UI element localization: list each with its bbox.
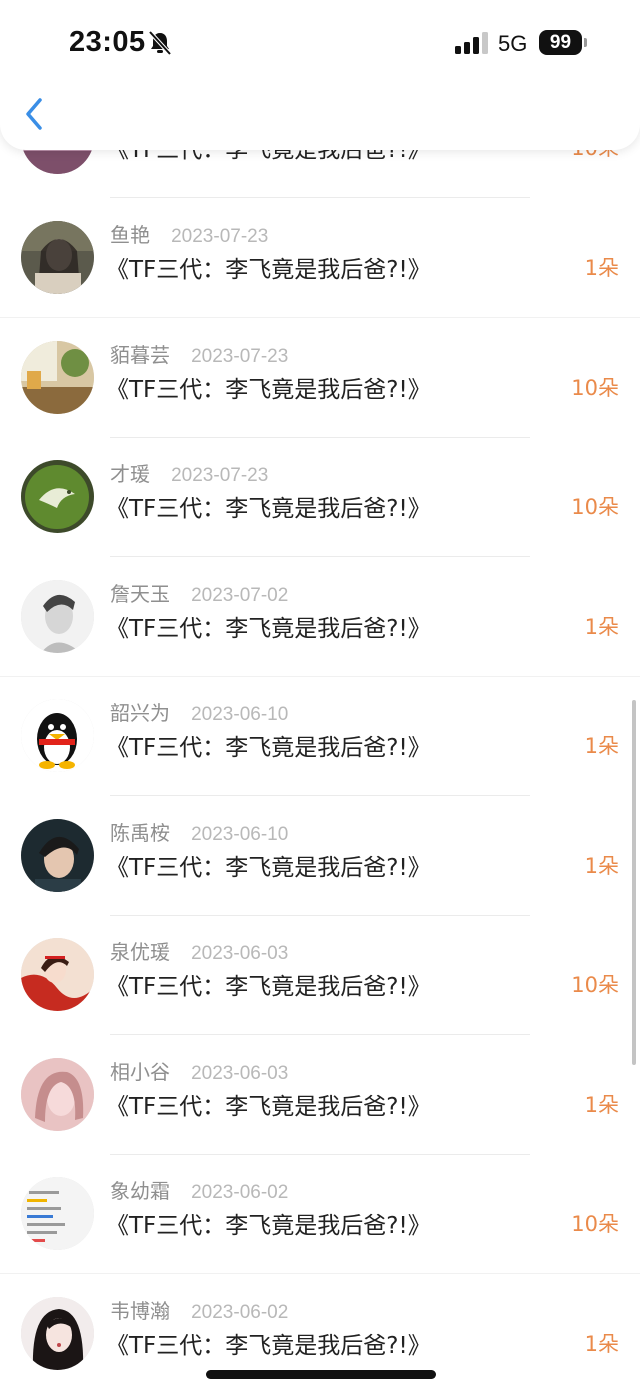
list-item[interactable]: 象幼霜 2023-06-02 《TF三代：李飞竟是我后爸?!》 10朵 <box>0 1155 640 1274</box>
item-meta: 象幼霜 2023-06-02 <box>110 1175 288 1205</box>
item-meta: 韶兴为 2023-06-10 <box>110 697 288 727</box>
list-item[interactable]: 才瑗 2023-07-23 《TF三代：李飞竟是我后爸?!》 10朵 <box>0 438 640 557</box>
book-title: 《TF三代：李飞竟是我后爸?!》 <box>106 1213 431 1239</box>
user-name: 詹天玉 <box>110 582 170 606</box>
item-meta: 鱼艳 2023-07-23 <box>110 219 268 249</box>
avatar[interactable] <box>21 580 94 653</box>
divider <box>110 556 530 557</box>
book-title: 《TF三代：李飞竟是我后爸?!》 <box>106 496 431 522</box>
user-name: 相小谷 <box>110 1060 170 1084</box>
divider <box>0 317 640 318</box>
avatar[interactable] <box>21 819 94 892</box>
flower-count: 1朵 <box>584 1093 619 1117</box>
flower-count: 10朵 <box>571 973 619 997</box>
top-bar: 23:05 5G 99 <box>0 0 640 150</box>
book-title: 《TF三代：李飞竟是我后爸?!》 <box>106 735 431 761</box>
flower-count: 10朵 <box>571 1212 619 1236</box>
flower-count: 1朵 <box>584 734 619 758</box>
scrollbar[interactable] <box>632 700 636 1065</box>
battery-tip <box>584 38 587 47</box>
avatar[interactable] <box>21 1058 94 1131</box>
user-name: 象幼霜 <box>110 1179 170 1203</box>
bell-muted-icon <box>148 30 172 56</box>
item-date: 2023-06-03 <box>191 943 289 964</box>
flower-count: 1朵 <box>584 854 619 878</box>
item-meta: 韦博瀚 2023-06-02 <box>110 1295 288 1325</box>
book-title: 《TF三代：李飞竟是我后爸?!》 <box>106 616 431 642</box>
avatar[interactable] <box>21 1297 94 1370</box>
avatar[interactable] <box>21 1177 94 1250</box>
avatar[interactable] <box>21 938 94 1011</box>
user-name: 鱼艳 <box>110 223 150 247</box>
status-time: 23:05 <box>69 26 146 58</box>
network-type: 5G <box>498 31 528 56</box>
user-name: 貊暮芸 <box>110 343 170 367</box>
user-name: 才瑗 <box>110 462 150 486</box>
avatar[interactable] <box>21 460 94 533</box>
battery-level: 99 <box>539 30 582 55</box>
user-name: 泉优瑗 <box>110 940 170 964</box>
avatar[interactable] <box>21 699 94 772</box>
list-item[interactable]: 泉优瑗 2023-06-03 《TF三代：李飞竟是我后爸?!》 10朵 <box>0 916 640 1035</box>
list-item[interactable]: 詹天玉 2023-07-02 《TF三代：李飞竟是我后爸?!》 1朵 <box>0 558 640 677</box>
book-title: 《TF三代：李飞竟是我后爸?!》 <box>106 1094 431 1120</box>
book-title: 《TF三代：李飞竟是我后爸?!》 <box>106 974 431 1000</box>
list-item[interactable]: 鱼艳 2023-07-23 《TF三代：李飞竟是我后爸?!》 1朵 <box>0 199 640 318</box>
item-meta: 貊暮芸 2023-07-23 <box>110 339 288 369</box>
home-indicator[interactable] <box>206 1370 436 1379</box>
divider <box>110 1034 530 1035</box>
list-item[interactable]: 韶兴为 2023-06-10 《TF三代：李飞竟是我后爸?!》 1朵 <box>0 677 640 796</box>
item-date: 2023-07-23 <box>171 226 269 247</box>
avatar[interactable] <box>21 341 94 414</box>
list-item[interactable]: 相小谷 2023-06-03 《TF三代：李飞竟是我后爸?!》 1朵 <box>0 1036 640 1155</box>
divider <box>110 197 530 198</box>
item-date: 2023-06-02 <box>191 1302 289 1323</box>
avatar[interactable] <box>21 221 94 294</box>
user-name: 韦博瀚 <box>110 1299 170 1323</box>
flower-count: 1朵 <box>584 256 619 280</box>
item-date: 2023-06-10 <box>191 704 289 725</box>
item-meta: 陈禹桉 2023-06-10 <box>110 817 288 847</box>
user-name: 陈禹桉 <box>110 821 170 845</box>
book-title: 《TF三代：李飞竟是我后爸?!》 <box>106 855 431 881</box>
book-title: 《TF三代：李飞竟是我后爸?!》 <box>106 1333 431 1359</box>
item-meta: 相小谷 2023-06-03 <box>110 1056 288 1086</box>
item-date: 2023-06-03 <box>191 1063 289 1084</box>
list-item[interactable]: 貊暮芸 2023-07-23 《TF三代：李飞竟是我后爸?!》 10朵 <box>0 319 640 438</box>
flower-count: 10朵 <box>571 495 619 519</box>
book-title: 《TF三代：李飞竟是我后爸?!》 <box>106 377 431 403</box>
divider <box>110 795 530 796</box>
item-date: 2023-07-02 <box>191 585 289 606</box>
flower-count: 10朵 <box>571 376 619 400</box>
signal-bars-icon <box>455 32 488 54</box>
item-date: 2023-06-10 <box>191 824 289 845</box>
item-meta: 詹天玉 2023-07-02 <box>110 578 288 608</box>
user-name: 韶兴为 <box>110 701 170 725</box>
item-meta: 才瑗 2023-07-23 <box>110 458 268 488</box>
item-date: 2023-06-02 <box>191 1182 289 1203</box>
item-date: 2023-07-23 <box>171 465 269 486</box>
list-item[interactable]: 陈禹桉 2023-06-10 《TF三代：李飞竟是我后爸?!》 1朵 <box>0 797 640 916</box>
divider <box>0 1273 640 1274</box>
item-meta: 泉优瑗 2023-06-03 <box>110 936 288 966</box>
book-title: 《TF三代：李飞竟是我后爸?!》 <box>106 257 431 283</box>
flower-count: 1朵 <box>584 615 619 639</box>
flower-count: 1朵 <box>584 1332 619 1356</box>
chevron-left-icon[interactable] <box>20 94 50 134</box>
item-date: 2023-07-23 <box>191 346 289 367</box>
